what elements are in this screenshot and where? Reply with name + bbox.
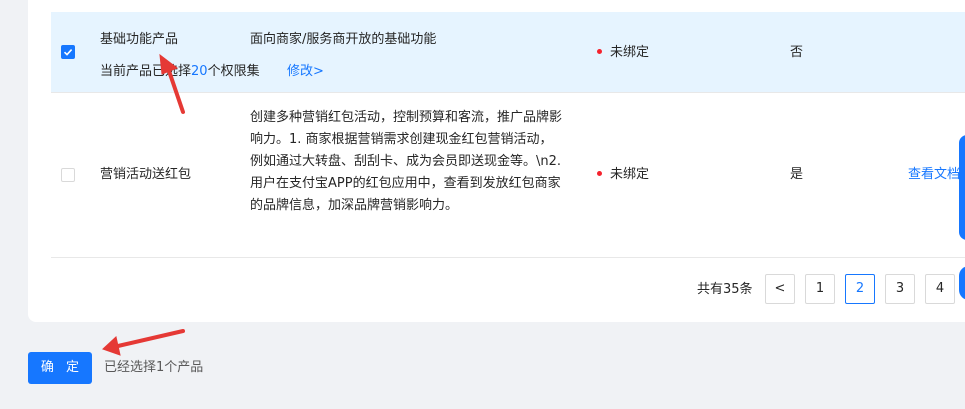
status-dot-icon (597, 171, 602, 176)
product-description: 面向商家/服务商开放的基础功能 (250, 32, 437, 47)
table-row[interactable]: 营销活动送红包 创建多种营销红包活动，控制预算和客流，推广品牌影响力。1. 商家… (51, 93, 965, 258)
view-docs-link[interactable]: 查看文档 (908, 165, 960, 185)
checkmark-icon (63, 49, 73, 56)
product-description: 创建多种营销红包活动，控制预算和客流，推广品牌影响力。1. 商家根据营销需求创建… (250, 110, 563, 213)
flag-value: 是 (790, 167, 804, 182)
permission-summary-prefix: 当前产品已选择 (100, 64, 192, 79)
product-name: 营销活动送红包 (100, 167, 192, 182)
pagination-page-2-active[interactable]: 2 (845, 274, 875, 304)
permission-summary-suffix: 个权限集 (207, 64, 260, 79)
binding-status: 未绑定 (597, 43, 649, 63)
pagination-prev-button[interactable]: < (765, 274, 795, 304)
permission-count: 20 (191, 64, 208, 79)
confirm-button[interactable]: 确 定 (28, 352, 92, 384)
permission-summary: 当前产品已选择20个权限集 (100, 62, 260, 82)
binding-status-label: 未绑定 (610, 167, 650, 182)
binding-status: 未绑定 (597, 165, 649, 185)
annotation-arrow-icon (102, 329, 185, 356)
row-checkbox[interactable] (61, 168, 75, 182)
table-row-selected[interactable]: 基础功能产品 面向商家/服务商开放的基础功能 当前产品已选择20个权限集 修改>… (51, 12, 965, 93)
pagination-page-4[interactable]: 4 (925, 274, 955, 304)
pagination-total: 共有35条 (697, 282, 753, 297)
product-name: 基础功能产品 (100, 32, 179, 47)
row-checkbox-checked[interactable] (61, 45, 75, 59)
status-dot-icon (597, 49, 602, 54)
selected-count-text: 已经选择1个产品 (104, 360, 204, 375)
side-float-button[interactable] (959, 135, 965, 240)
pagination-page-1[interactable]: 1 (805, 274, 835, 304)
binding-status-label: 未绑定 (610, 45, 650, 60)
pagination-page-3[interactable]: 3 (885, 274, 915, 304)
flag-value: 否 (790, 45, 804, 60)
side-float-button-small[interactable] (959, 266, 965, 300)
modify-permissions-link[interactable]: 修改> (287, 62, 324, 82)
